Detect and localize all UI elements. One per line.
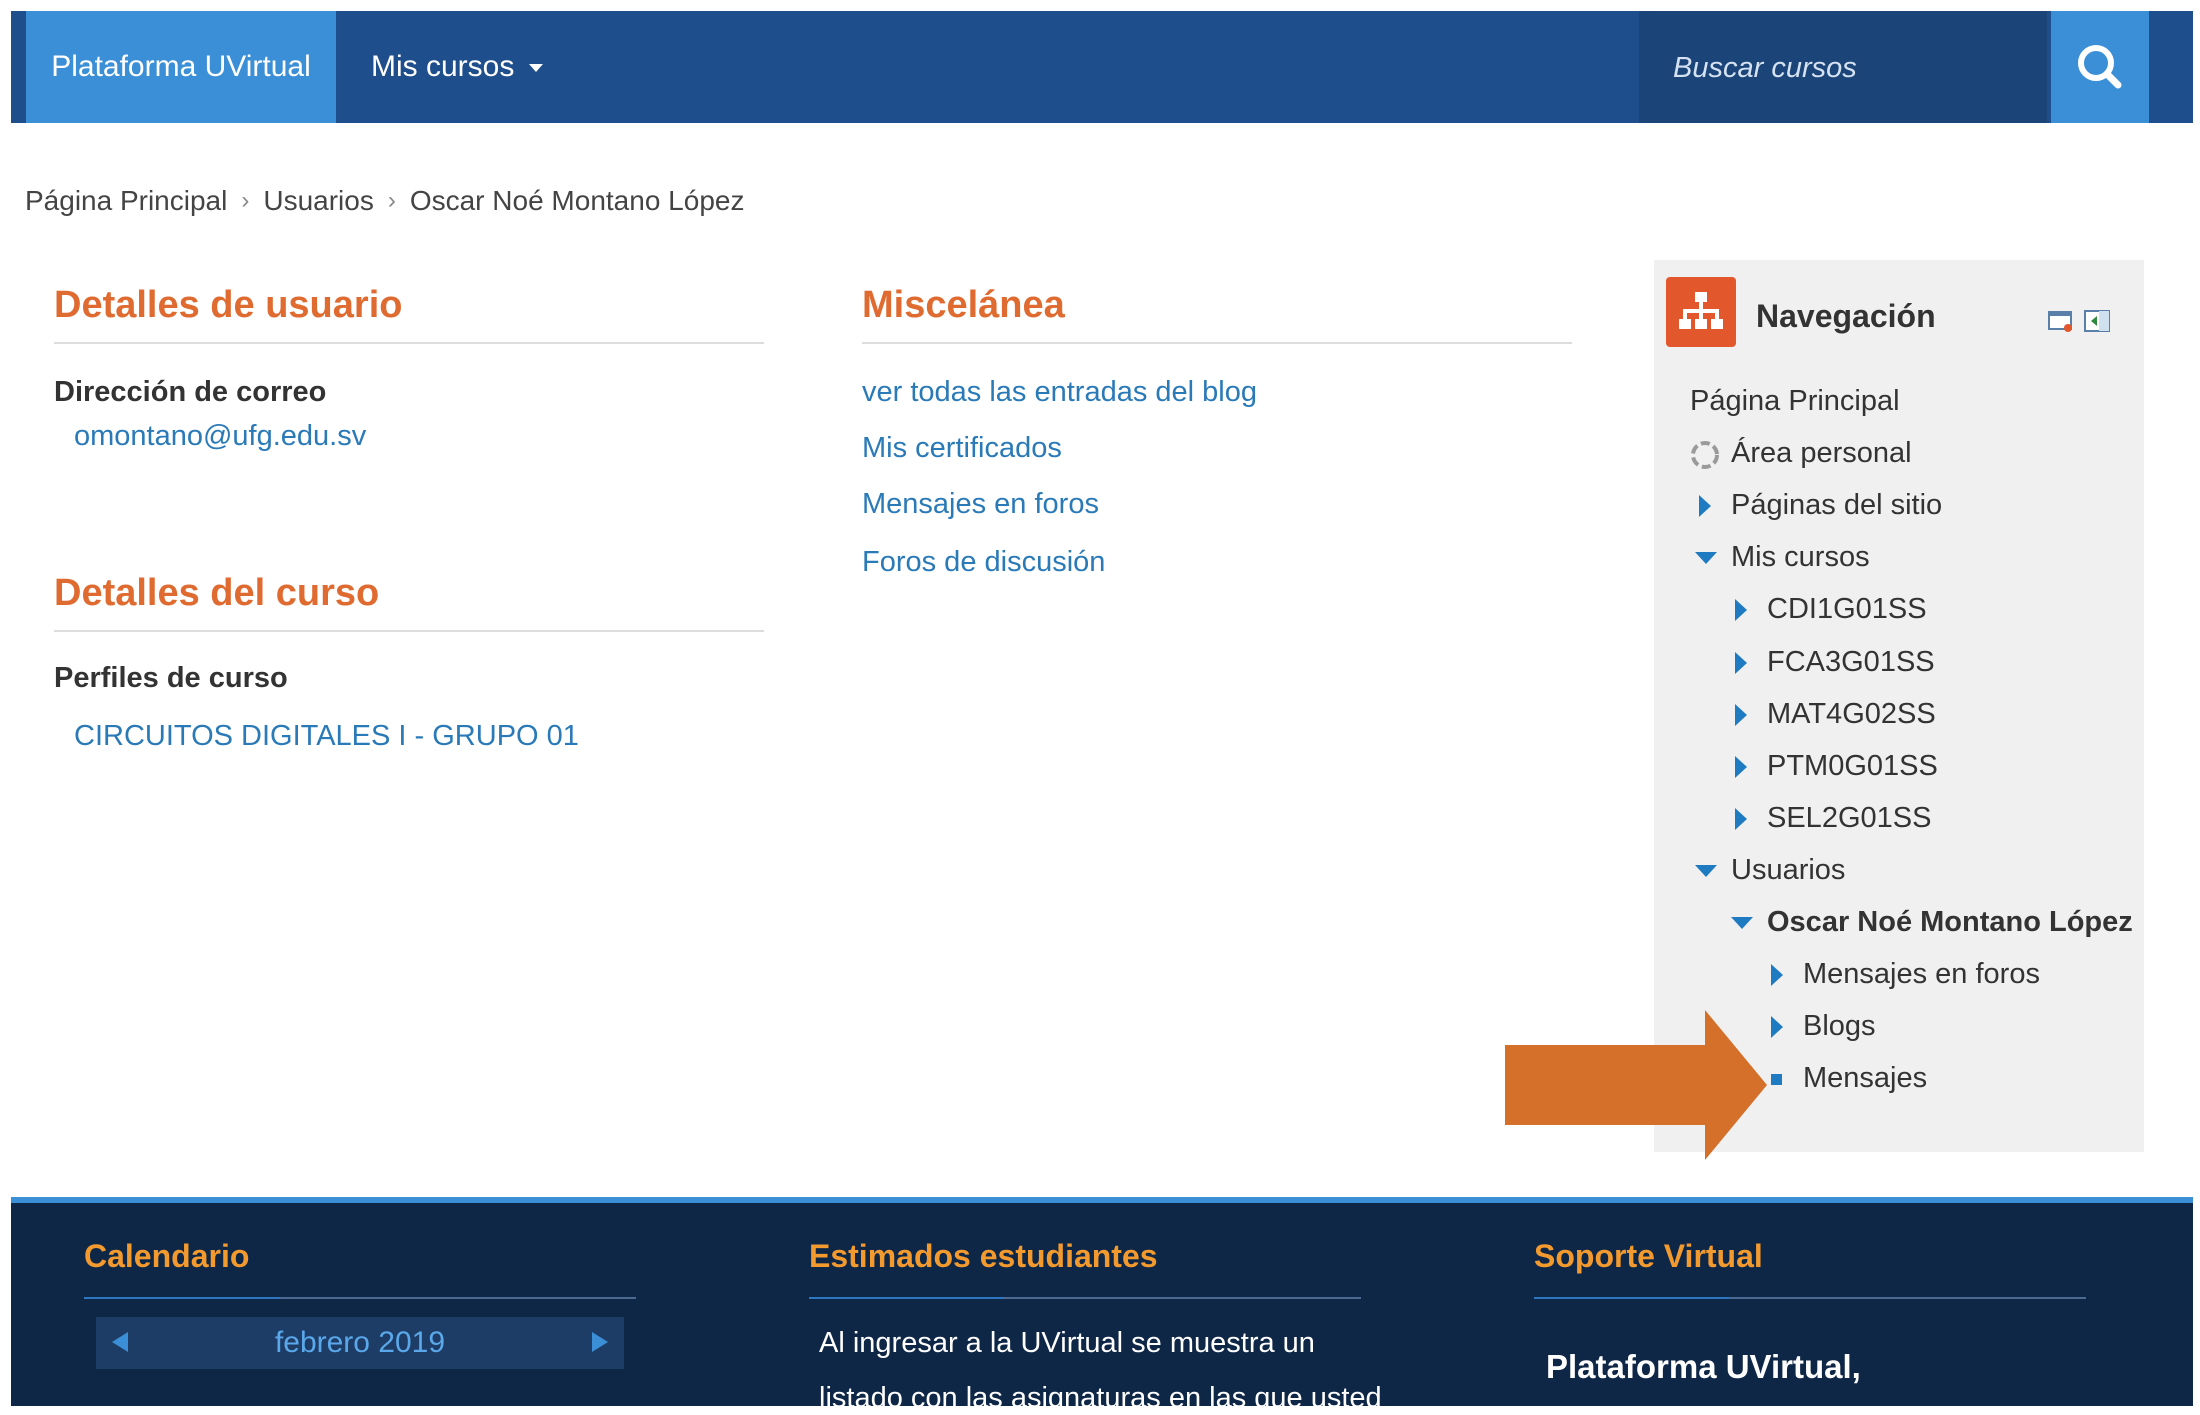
- caret-right-icon[interactable]: [1733, 597, 1749, 623]
- caret-down-icon[interactable]: [1693, 550, 1719, 566]
- calendar-month-link[interactable]: febrero 2019: [96, 1317, 624, 1369]
- nav-item-forum-posts[interactable]: Mensajes en foros: [1803, 958, 2040, 991]
- caret-right-icon[interactable]: [1733, 650, 1749, 676]
- dashboard-icon: [1691, 441, 1719, 469]
- dock-block-icon[interactable]: [2084, 309, 2110, 333]
- caret-right-icon[interactable]: [1733, 754, 1749, 780]
- students-text: Al ingresar a la UVirtual se muestra un: [819, 1327, 1315, 1359]
- nav-item-home[interactable]: Página Principal: [1690, 385, 1900, 418]
- students-title: Estimados estudiantes: [809, 1238, 1158, 1274]
- annotation-arrow-icon: [1505, 1010, 1767, 1160]
- nav-item-course[interactable]: SEL2G01SS: [1767, 802, 1931, 835]
- nav-item-current-user[interactable]: Oscar Noé Montano López: [1767, 906, 2133, 939]
- course-profiles-label: Perfiles de curso: [54, 662, 288, 694]
- nav-item-course[interactable]: CDI1G01SS: [1767, 593, 1927, 626]
- calendar-title: Calendario: [84, 1238, 250, 1274]
- top-navbar: Plataforma UVirtual Mis cursos: [11, 11, 2193, 125]
- my-courses-menu[interactable]: Mis cursos: [371, 11, 543, 123]
- course-profile-link[interactable]: CIRCUITOS DIGITALES I - GRUPO 01: [74, 720, 579, 753]
- configure-block-icon[interactable]: [2048, 309, 2074, 333]
- caret-right-icon[interactable]: [1769, 1014, 1785, 1040]
- footer: [11, 1197, 2193, 1406]
- nav-item-blogs[interactable]: Blogs: [1803, 1010, 1876, 1043]
- breadcrumb-users[interactable]: Usuarios: [263, 185, 373, 217]
- support-text: Plataforma UVirtual,: [1546, 1348, 1861, 1385]
- misc-link-forum-posts[interactable]: Mensajes en foros: [862, 488, 1099, 521]
- misc-link-certificates[interactable]: Mis certificados: [862, 432, 1062, 465]
- caret-right-icon[interactable]: [1733, 702, 1749, 728]
- calendar-header: febrero 2019: [96, 1317, 624, 1369]
- navigation-title: Navegación: [1756, 298, 1936, 334]
- chevron-right-icon: ›: [241, 187, 250, 214]
- nav-item-site-pages[interactable]: Páginas del sitio: [1731, 489, 1942, 522]
- divider: [809, 1297, 1361, 1299]
- bullet-icon: [1771, 1074, 1782, 1085]
- user-details-title: Detalles de usuario: [54, 284, 403, 326]
- caret-right-icon[interactable]: [1769, 962, 1785, 988]
- nav-item-course[interactable]: PTM0G01SS: [1767, 750, 1938, 783]
- divider: [1534, 1297, 2086, 1299]
- search-icon: [2078, 45, 2122, 89]
- misc-link-blog[interactable]: ver todas las entradas del blog: [862, 376, 1257, 409]
- search-input[interactable]: [1639, 11, 2055, 125]
- misc-title: Miscelánea: [862, 284, 1065, 326]
- nav-item-course[interactable]: MAT4G02SS: [1767, 698, 1936, 731]
- caret-down-icon: [528, 64, 543, 73]
- nav-item-dashboard[interactable]: Área personal: [1731, 437, 1912, 470]
- caret-right-icon[interactable]: [1697, 493, 1713, 519]
- divider: [54, 342, 764, 344]
- search-button[interactable]: [2051, 11, 2149, 123]
- caret-down-icon[interactable]: [1729, 915, 1755, 931]
- email-link[interactable]: omontano@ufg.edu.sv: [74, 420, 366, 453]
- divider: [84, 1297, 636, 1299]
- breadcrumb-current-user[interactable]: Oscar Noé Montano López: [410, 185, 745, 217]
- my-courses-label: Mis cursos: [371, 50, 515, 83]
- divider: [862, 342, 1572, 344]
- sitemap-icon: [1666, 277, 1736, 347]
- chevron-right-icon: ›: [387, 187, 396, 214]
- search-box: [1639, 11, 2055, 125]
- breadcrumb-home[interactable]: Página Principal: [25, 185, 227, 217]
- caret-down-icon[interactable]: [1693, 863, 1719, 879]
- course-details-title: Detalles del curso: [54, 572, 380, 614]
- support-title: Soporte Virtual: [1534, 1238, 1763, 1274]
- arrow-right-icon: [592, 1332, 608, 1352]
- email-label: Dirección de correo: [54, 376, 327, 408]
- divider: [54, 630, 764, 632]
- students-text: listado con las asignaturas en las que u…: [819, 1382, 1382, 1414]
- calendar-next-button[interactable]: [590, 1328, 610, 1361]
- nav-item-users[interactable]: Usuarios: [1731, 854, 1845, 887]
- breadcrumb: Página Principal › Usuarios › Oscar Noé …: [25, 185, 744, 217]
- misc-link-discussions[interactable]: Foros de discusión: [862, 546, 1105, 579]
- nav-item-course[interactable]: FCA3G01SS: [1767, 646, 1935, 679]
- brand-link[interactable]: Plataforma UVirtual: [26, 11, 336, 123]
- nav-item-my-courses[interactable]: Mis cursos: [1731, 541, 1870, 574]
- caret-right-icon[interactable]: [1733, 806, 1749, 832]
- nav-item-messages[interactable]: Mensajes: [1803, 1062, 1927, 1095]
